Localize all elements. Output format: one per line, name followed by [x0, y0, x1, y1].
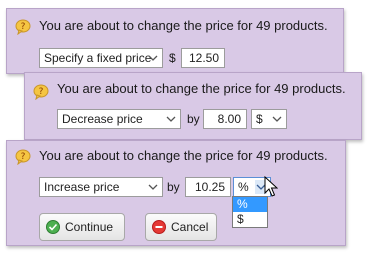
chevron-down-icon [166, 116, 176, 122]
question-bubble-icon: ? [33, 84, 49, 100]
dialog-message: You are about to change the price for 49… [57, 81, 346, 96]
currency-label: $ [169, 51, 176, 65]
check-circle-icon [46, 220, 60, 234]
price-dialog-decrease: ? You are about to change the price for … [24, 72, 362, 140]
price-amount-input[interactable]: 12.50 [181, 48, 225, 68]
unit-value: % [238, 180, 249, 194]
price-dialog-increase: ? You are about to change the price for … [6, 140, 346, 246]
price-dialog-fixed: ? You are about to change the price for … [6, 8, 344, 74]
dialog-message: You are about to change the price for 49… [39, 148, 328, 163]
unit-value: $ [256, 112, 263, 126]
svg-text:?: ? [21, 152, 26, 162]
price-mode-select[interactable]: Increase price [39, 177, 163, 197]
price-amount-input[interactable]: 8.00 [203, 109, 247, 129]
unit-select[interactable]: $ [251, 109, 287, 129]
by-label: by [167, 180, 180, 194]
unit-option-percent[interactable]: % [233, 197, 267, 212]
cancel-button[interactable]: Cancel [145, 213, 217, 241]
question-bubble-icon: ? [15, 149, 31, 165]
unit-option-dollar[interactable]: $ [233, 212, 267, 227]
price-mode-value: Specify a fixed price [44, 51, 152, 65]
unit-options-list: % $ [232, 196, 268, 228]
question-bubble-icon: ? [15, 19, 31, 35]
cancel-label: Cancel [171, 220, 209, 234]
chevron-down-icon [148, 184, 158, 190]
chevron-down-icon [148, 55, 158, 61]
by-label: by [187, 112, 200, 126]
continue-button[interactable]: Continue [39, 213, 125, 241]
price-mode-select[interactable]: Decrease price [57, 109, 181, 129]
chevron-down-icon [272, 116, 282, 122]
continue-label: Continue [65, 220, 114, 234]
price-amount-input[interactable]: 10.25 [185, 177, 231, 197]
price-mode-value: Decrease price [62, 112, 143, 126]
svg-text:?: ? [21, 22, 26, 32]
dialog-message: You are about to change the price for 49… [39, 18, 328, 33]
svg-text:?: ? [39, 87, 44, 97]
minus-circle-icon [152, 220, 166, 234]
price-mode-value: Increase price [44, 180, 120, 194]
price-mode-select[interactable]: Specify a fixed price [39, 48, 163, 68]
mouse-pointer-icon [264, 176, 278, 197]
